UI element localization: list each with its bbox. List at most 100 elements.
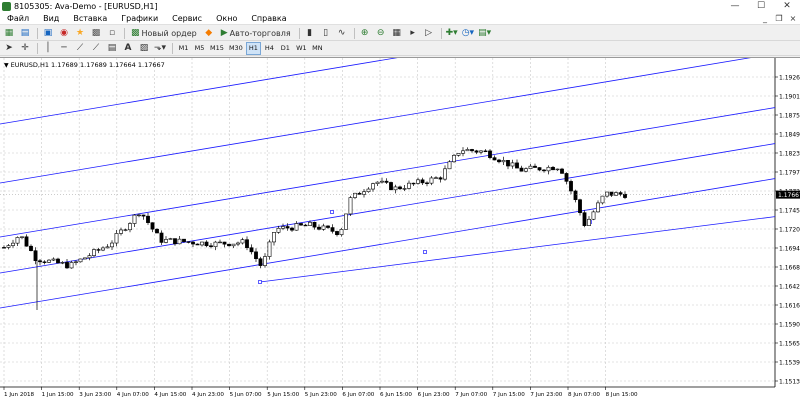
candle-body [560, 168, 564, 174]
timeframe-m5[interactable]: M5 [192, 42, 207, 55]
candle-body [137, 214, 141, 217]
new-chart-icon[interactable]: ▦ [2, 27, 16, 40]
candlestick-icon[interactable]: ▯ [319, 27, 333, 40]
time-label: 8 Jun 07:00 [568, 392, 600, 398]
candle-body [308, 221, 312, 226]
menu-window[interactable]: Окно [209, 12, 244, 25]
candle-body [587, 218, 591, 226]
vertical-line-icon[interactable]: │ [41, 42, 55, 55]
candle-body [578, 199, 582, 213]
candle-body [465, 149, 470, 152]
candle-body [618, 192, 623, 195]
candle-body [488, 150, 492, 158]
meta-editor-icon[interactable]: ◆ [202, 27, 216, 40]
tester-icon[interactable]: ▫ [105, 27, 119, 40]
time-label: 6 Jun 23:00 [418, 392, 450, 398]
zoom-in-icon[interactable]: ⊕ [358, 27, 372, 40]
line-chart-icon[interactable]: ∿ [335, 27, 349, 40]
timeframe-d1[interactable]: D1 [278, 42, 293, 55]
channel-line [0, 143, 776, 274]
price-chart[interactable]: 1.19265 1.19010 1.18750 1.18490 1.18235 1.179… [0, 58, 800, 400]
auto-scroll-icon[interactable]: ▸ [406, 27, 420, 40]
mdi-restore-icon[interactable]: ❐ [772, 14, 786, 23]
timeframe-m30[interactable]: M30 [227, 42, 245, 55]
templates-icon[interactable]: ▤▾ [477, 27, 492, 40]
cursor-icon[interactable]: ➤ [2, 42, 16, 55]
maximize-icon[interactable]: ☐ [748, 0, 774, 12]
menu-help[interactable]: Справка [244, 12, 293, 25]
minimize-icon[interactable]: — [722, 0, 748, 12]
candle-body [501, 160, 506, 163]
candle-body [87, 255, 92, 259]
tile-windows-icon[interactable]: ▦ [390, 27, 404, 40]
equidistant-channel-icon[interactable]: ⟋ [89, 42, 103, 55]
chart-window[interactable]: 1.19265 1.19010 1.18750 1.18490 1.18235 1.179… [0, 57, 800, 400]
price-label: 1.16425 [779, 284, 800, 291]
candle-body [227, 243, 231, 247]
trend-line-icon[interactable]: ⟋ [73, 42, 87, 55]
zoom-out-icon[interactable]: ⊖ [374, 27, 388, 40]
navigator-icon[interactable]: ★ [73, 27, 87, 40]
indicators-icon[interactable]: ✚▾ [445, 27, 459, 40]
candle-body [258, 258, 263, 266]
candle-body [614, 192, 618, 196]
arrows-icon[interactable]: ⬎▾ [153, 42, 167, 55]
new-order-icon: ▩ [131, 28, 140, 38]
crosshair-icon[interactable]: ✛ [18, 42, 32, 55]
periods-icon[interactable]: ◷▾ [461, 27, 475, 40]
timeframe-m15[interactable]: M15 [208, 42, 226, 55]
collapse-triangle-icon: ▼ [4, 61, 9, 69]
candle-body [528, 165, 533, 169]
candle-body [321, 225, 326, 230]
close-icon[interactable]: ✕ [774, 0, 800, 12]
fibonacci-icon[interactable]: ▤ [105, 42, 119, 55]
time-label: 6 Jun 07:00 [342, 392, 374, 398]
timeframe-w1[interactable]: W1 [294, 42, 309, 55]
candle-body [263, 256, 267, 266]
candle-body [236, 242, 240, 245]
menu-file[interactable]: Файл [0, 12, 36, 25]
candle-body [69, 262, 74, 269]
text-label-icon[interactable]: ▨ [137, 42, 151, 55]
bar-chart-icon[interactable]: ▮ [303, 27, 317, 40]
candle-body [546, 166, 551, 172]
timeframe-mn[interactable]: MN [310, 42, 325, 55]
candle-body [119, 229, 123, 234]
candle-body [20, 236, 24, 238]
auto-trading-button[interactable]: ▶ Авто-торговля [218, 27, 294, 40]
menu-insert[interactable]: Вставка [66, 12, 114, 25]
candle-body [366, 188, 371, 193]
horizontal-line-icon[interactable]: ─ [57, 42, 71, 55]
candle-body [11, 242, 15, 246]
candle-body [425, 182, 429, 184]
candle-body [155, 228, 159, 234]
market-watch-icon[interactable]: ▣ [41, 27, 55, 40]
timeframe-h4[interactable]: H4 [262, 42, 277, 55]
time-label: 5 Jun 23:00 [305, 392, 337, 398]
candle-body [407, 182, 411, 189]
candle-body [141, 214, 146, 217]
candle-body [15, 237, 20, 244]
candle-body [240, 239, 245, 244]
menu-view[interactable]: Вид [36, 12, 66, 25]
mdi-minimize-icon[interactable]: _ [758, 14, 772, 23]
new-order-button[interactable]: ▩ Новый ордер [128, 27, 200, 40]
profiles-icon[interactable]: ▤ [18, 27, 32, 40]
menu-charts[interactable]: Графики [114, 12, 165, 25]
terminal-icon[interactable]: ▩ [89, 27, 103, 40]
symbol-info: ▼ EURUSD,H1 1.17689 1.17689 1.17664 1.17… [4, 61, 165, 69]
candle-body [429, 177, 434, 184]
data-window-icon[interactable]: ◉ [57, 27, 71, 40]
candle-body [249, 247, 254, 253]
timeframe-h1[interactable]: H1 [245, 41, 261, 55]
time-label: 6 Jun 15:00 [380, 392, 412, 398]
text-tool-icon[interactable]: A [121, 42, 135, 55]
candle-body [33, 250, 38, 261]
candle-body [276, 227, 281, 233]
timeframe-m1[interactable]: M1 [176, 42, 191, 55]
mdi-close-icon[interactable]: × [786, 14, 800, 23]
menu-tools[interactable]: Сервис [165, 12, 209, 25]
candle-body [452, 155, 456, 163]
chart-shift-icon[interactable]: ▷ [422, 27, 436, 40]
candle-body [416, 179, 420, 184]
